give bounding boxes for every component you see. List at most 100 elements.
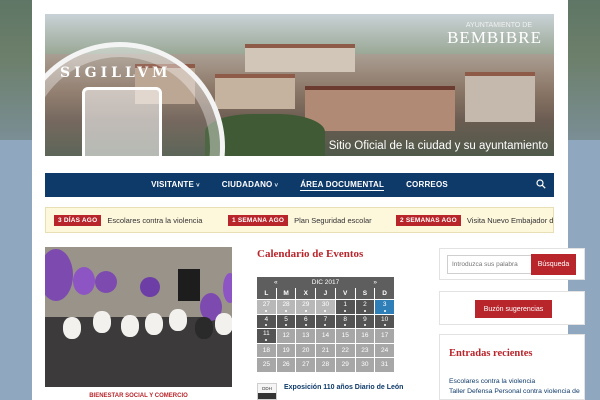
calendar-day[interactable]: 17 <box>375 329 394 343</box>
ticker-item[interactable]: 1 SEMANA AGO Plan Seguridad escolar <box>228 215 372 226</box>
time-badge: 1 SEMANA AGO <box>228 215 289 226</box>
calendar-day[interactable]: 9 <box>355 314 375 328</box>
calendar-day[interactable]: 31 <box>375 358 394 372</box>
calendar-day[interactable]: 28 <box>276 300 296 314</box>
banner-building <box>215 74 295 109</box>
calendar-day[interactable]: 28 <box>316 358 335 372</box>
recent-posts-widget: Entradas recientes Escolares contra la v… <box>439 334 585 400</box>
event-title[interactable]: Exposición 110 años Diario de León <box>284 383 404 392</box>
calendar-day[interactable]: 12 <box>276 329 296 343</box>
banner-building <box>245 44 355 72</box>
city-seal-logo: SIGILLVM <box>45 42 225 156</box>
event-dot-icon <box>383 324 386 326</box>
calendar-day-number: 27 <box>262 301 270 308</box>
calendar-day-today[interactable]: 3 <box>375 300 394 314</box>
calendar-day[interactable]: 22 <box>335 343 355 357</box>
event-item[interactable]: DDH Exposición 110 años Diario de León <box>257 383 407 400</box>
photo-category-link[interactable]: BIENESTAR SOCIAL Y COMERCIO <box>45 393 232 399</box>
calendar-day[interactable]: 18 <box>257 343 276 357</box>
calendar-weekday: L <box>257 288 276 299</box>
mask-figure <box>121 315 139 337</box>
chevron-down-icon: ˅ <box>274 183 279 189</box>
calendar-day-number: 28 <box>282 301 290 308</box>
event-dot-icon <box>304 324 307 326</box>
calendar-day[interactable]: 15 <box>335 329 355 343</box>
calendar-day[interactable]: 24 <box>375 343 394 357</box>
calendar-day[interactable]: 16 <box>355 329 375 343</box>
event-dot-icon <box>324 309 327 312</box>
calendar-day[interactable]: 26 <box>276 358 296 372</box>
calendar-day[interactable]: 11 <box>257 329 276 343</box>
calendar-prev-button[interactable]: « <box>274 279 278 286</box>
event-dot-icon <box>265 324 268 326</box>
calendar-day[interactable]: 2 <box>355 300 375 314</box>
search-input[interactable] <box>447 255 532 274</box>
nav-item-visitante[interactable]: VISITANTE ˅ <box>140 173 211 197</box>
photo-speaker <box>178 269 200 301</box>
calendar-day[interactable]: 27 <box>296 358 316 372</box>
search-icon[interactable] <box>536 179 546 189</box>
balloon <box>223 273 232 303</box>
recent-post-link[interactable]: Escolares contra la violencia <box>449 377 583 387</box>
calendar-day-number: 4 <box>264 315 269 323</box>
calendar-day-number: 28 <box>321 361 330 369</box>
calendar-day-number: 30 <box>361 361 369 369</box>
mask-figure <box>169 309 187 331</box>
calendar-day-number: 17 <box>381 332 389 340</box>
ticker-text: Visita Nuevo Embajador de C <box>466 216 554 225</box>
event-dot-icon <box>344 324 347 326</box>
time-badge: 2 SEMANAS AGO <box>396 215 461 226</box>
calendar-day[interactable]: 19 <box>276 343 296 357</box>
search-button[interactable]: Búsqueda <box>531 254 576 275</box>
calendar-day[interactable]: 25 <box>257 358 276 372</box>
calendar-day[interactable]: 23 <box>355 343 375 357</box>
event-dot-icon <box>304 309 307 312</box>
calendar-day[interactable]: 8 <box>335 314 355 328</box>
ticker-item[interactable]: 2 SEMANAS AGO Visita Nuevo Embajador de … <box>396 215 554 226</box>
nav-label: CIUDADANO <box>221 180 273 189</box>
ticker-text: Plan Seguridad escolar <box>294 216 372 225</box>
calendar-day-number: 9 <box>363 315 367 323</box>
calendar-weekday: D <box>375 288 394 299</box>
calendar-day[interactable]: 6 <box>296 314 316 328</box>
suggestion-box-button[interactable]: Buzón sugerencias <box>475 300 552 318</box>
calendar-day-number: 25 <box>262 361 270 369</box>
calendar-day-number: 27 <box>302 361 310 369</box>
calendar-day[interactable]: 5 <box>276 314 296 328</box>
nav-item-correos[interactable]: CORREOS <box>395 173 459 197</box>
nav-item-area-documental[interactable]: ÁREA DOCUMENTAL <box>289 173 395 197</box>
calendar-day[interactable]: 20 <box>296 343 316 357</box>
header-banner[interactable]: SIGILLVM AYUNTAMIENTO DE BEMBIBRE Sitio … <box>45 14 554 156</box>
calendar-next-button[interactable]: » <box>373 279 377 286</box>
recent-post-link[interactable]: Taller Defensa Personal contra violencia… <box>449 387 583 397</box>
calendar-day-number: 21 <box>321 346 330 354</box>
ticker-item[interactable]: 3 DÍAS AGO Escolares contra la violencia <box>54 215 202 226</box>
calendar-day[interactable]: 14 <box>316 329 335 343</box>
calendar-day[interactable]: 7 <box>316 314 335 328</box>
mask-figure <box>145 313 163 335</box>
calendar-day-number: 30 <box>321 301 330 308</box>
calendar-day[interactable]: 27 <box>257 300 276 314</box>
recent-posts-title: Entradas recientes <box>449 348 533 359</box>
nav-item-ciudadano[interactable]: CIUDADANO ˅ <box>211 173 289 197</box>
calendar-day[interactable]: 29 <box>335 358 355 372</box>
event-dot-icon <box>285 324 288 326</box>
calendar-day[interactable]: 29 <box>296 300 316 314</box>
calendar-day[interactable]: 4 <box>257 314 276 328</box>
calendar-day[interactable]: 21 <box>316 343 335 357</box>
calendar-day[interactable]: 30 <box>316 300 335 314</box>
main-nav: VISITANTE ˅ CIUDADANO ˅ ÁREA DOCUMENTAL CO… <box>45 173 554 197</box>
featured-photo[interactable] <box>45 247 232 387</box>
calendar-day-number: 19 <box>282 346 290 354</box>
page-container: SIGILLVM AYUNTAMIENTO DE BEMBIBRE Sitio … <box>32 0 585 400</box>
calendar-day-number: 29 <box>341 361 349 369</box>
calendar-day[interactable]: 30 <box>355 358 375 372</box>
event-date-bar <box>258 393 276 399</box>
calendar-day[interactable]: 1 <box>335 300 355 314</box>
calendar-day[interactable]: 10 <box>375 314 394 328</box>
mask-figure <box>93 311 111 333</box>
event-dot-icon <box>344 309 347 312</box>
event-date-label: DDH <box>262 386 272 391</box>
calendar-day[interactable]: 13 <box>296 329 316 343</box>
calendar-weekday: X <box>296 288 316 299</box>
